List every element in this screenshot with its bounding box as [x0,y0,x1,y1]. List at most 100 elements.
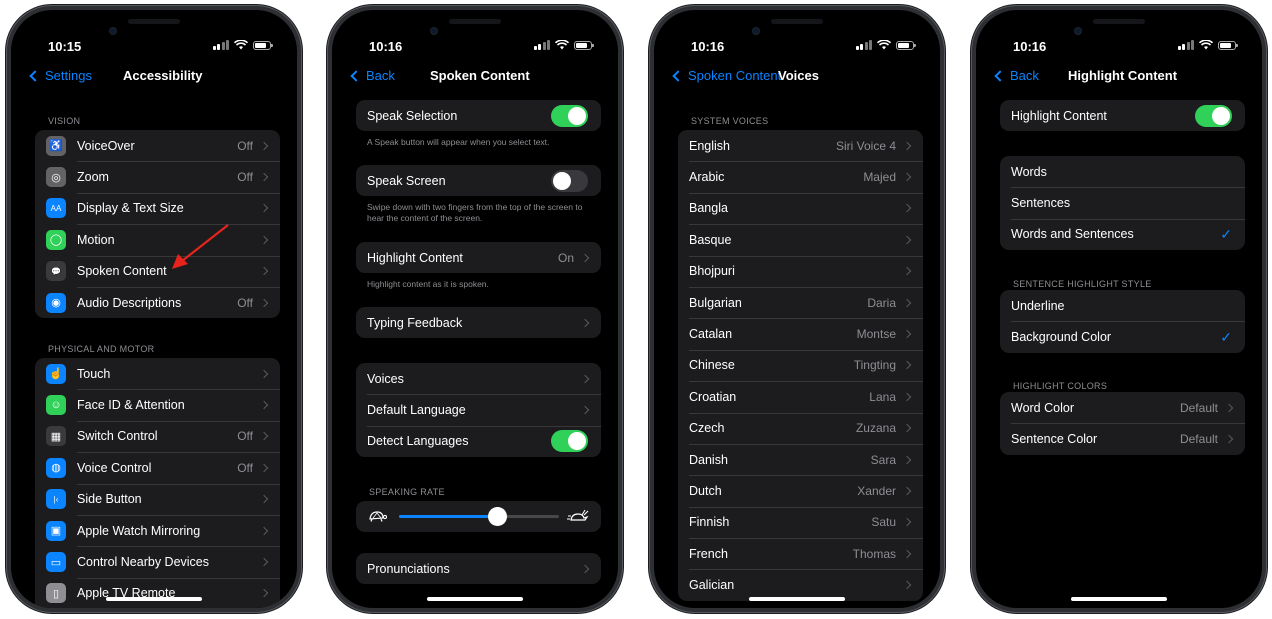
speak-screen-row: Speak Screen [356,165,601,196]
settings-row[interactable]: ◉ Audio Descriptions Off [35,286,280,318]
back-label: Back [1010,68,1039,83]
row-value: Siri Voice 4 [835,138,896,153]
status-time: 10:16 [691,39,725,54]
back-button[interactable]: Back [350,68,395,83]
row-label: Arabic [689,170,725,185]
back-button[interactable]: Settings [29,68,92,83]
settings-row[interactable]: AA Display & Text Size [35,192,280,224]
speak-screen-toggle[interactable] [551,169,588,192]
settings-row[interactable]: ☝ Touch [35,358,280,389]
highlight-toggle-group: Highlight Content [1000,100,1245,132]
row-label: Chinese [689,358,735,373]
settings-row[interactable]: ▯ Apple TV Remote [35,577,280,608]
vision-group: ♿ VoiceOver Off ◎ Zoom Off AA Display & Text Si… [35,130,280,319]
voice-language-row[interactable]: Bulgarian Daria [678,286,923,318]
row-value: Sara [870,452,896,467]
settings-row[interactable]: ◍ Voice Control Off [35,452,280,483]
voice-language-row[interactable]: Bangla [678,192,923,224]
phone-highlight-content: 10:16 Back Highlight Content Highlight C… [971,5,1267,613]
settings-row[interactable]: ◯ Motion [35,224,280,255]
voice-language-row[interactable]: French Thomas [678,538,923,569]
settings-row[interactable]: 💬 Spoken Content [35,255,280,287]
voice-language-row[interactable]: Catalan Montse [678,318,923,349]
settings-row[interactable]: ▣ Apple Watch Mirroring [35,514,280,546]
checkmark-icon: ✓ [1220,225,1232,242]
default-language-row[interactable]: Default Language [356,394,601,425]
settings-row[interactable]: ☺ Face ID & Attention [35,389,280,420]
detect-languages-row: Detect Languages [356,425,601,457]
voice-language-row[interactable]: Basque [678,224,923,255]
highlight-colors-group: Word Color Default Sentence Color Defaul… [1000,392,1245,455]
row-label: Galician [689,578,735,593]
voices-row[interactable]: Voices [356,363,601,394]
mode-sentences-row[interactable]: Sentences [1000,187,1245,218]
speak-selection-toggle[interactable] [551,104,588,127]
row-label: Display & Text Size [77,201,184,216]
mode-words-row[interactable]: Words [1000,156,1245,187]
back-label: Spoken Content [688,68,782,83]
speak-selection-row: Speak Selection [356,100,601,131]
status-time: 10:15 [48,39,82,54]
style-underline-row[interactable]: Underline [1000,290,1245,321]
settings-row[interactable]: ▭ Control Nearby Devices [35,546,280,577]
chevron-right-icon [902,267,912,276]
page-title: Voices [778,68,819,83]
chevron-right-icon [259,526,269,535]
row-label: VoiceOver [77,138,135,153]
speaking-rate-slider[interactable] [399,507,559,526]
pronunciations-row[interactable]: Pronunciations [356,553,601,584]
settings-row[interactable]: ♿ VoiceOver Off [35,130,280,161]
signal-icon [855,40,872,50]
back-button[interactable]: Spoken Content [672,68,782,83]
wifi-icon [877,40,891,50]
screen: 10:15 Settings Accessibility VISION ♿ Voi… [11,10,297,608]
back-button[interactable]: Back [994,68,1039,83]
settings-row[interactable]: ◎ Zoom Off [35,161,280,192]
chevron-right-icon [902,204,912,213]
highlight-content-toggle[interactable] [1195,104,1232,127]
row-label: Face ID & Attention [77,398,185,413]
highlight-content-row: Highlight Content [1000,100,1245,131]
chevron-right-icon [580,564,590,573]
row-label: Highlight Content [367,250,463,265]
voice-language-row[interactable]: Arabic Majed [678,161,923,192]
voice-language-row[interactable]: Dutch Xander [678,475,923,506]
speak-selection-group: Speak Selection [356,100,601,132]
chevron-right-icon [902,549,912,559]
voice-language-row[interactable]: Finnish Satu [678,506,923,538]
sentence-style-group: Underline Background Color ✓ [1000,290,1245,353]
voices-list: English Siri Voice 4 Arabic Majed Bangla Basq… [678,130,923,601]
chevron-right-icon [259,400,269,410]
voice-language-row[interactable]: Danish Sara [678,443,923,475]
slider-thumb[interactable] [487,507,507,526]
voice-language-row[interactable]: Chinese Tingting [678,349,923,381]
detect-languages-toggle[interactable] [551,430,588,453]
chevron-right-icon [259,204,269,213]
side-button-icon: |‹ [46,489,66,510]
hare-icon [567,509,589,521]
home-indicator [106,597,202,601]
remote-icon: ▯ [46,583,66,604]
sentence-color-row[interactable]: Sentence Color Default [1000,423,1245,454]
chevron-right-icon [902,392,912,402]
highlight-content-row[interactable]: Highlight Content On [356,242,601,273]
voice-language-row[interactable]: Croatian Lana [678,381,923,412]
voice-language-row[interactable]: Czech Zuzana [678,412,923,444]
typing-feedback-row[interactable]: Typing Feedback [356,307,601,338]
home-indicator [427,597,523,601]
settings-row[interactable]: ▦ Switch Control Off [35,420,280,452]
settings-row[interactable]: |‹ Side Button [35,483,280,515]
voice-language-row[interactable]: English Siri Voice 4 [678,130,923,161]
chevron-right-icon [902,298,912,307]
voice-language-row[interactable]: Bhojpuri [678,255,923,287]
row-value: Off [237,295,253,310]
row-value: Default [1179,400,1218,415]
word-color-row[interactable]: Word Color Default [1000,392,1245,423]
style-background-color-row[interactable]: Background Color ✓ [1000,321,1245,352]
mode-words-and-sentences-row[interactable]: Words and Sentences ✓ [1000,218,1245,250]
phone-accessibility: 10:15 Settings Accessibility VISION ♿ Voi… [6,5,302,613]
chevron-left-icon [350,69,362,82]
page-title: Highlight Content [1068,68,1178,83]
audio-description-icon: ◉ [46,292,66,313]
highlight-mode-group: Words Sentences Words and Sentences ✓ [1000,156,1245,251]
